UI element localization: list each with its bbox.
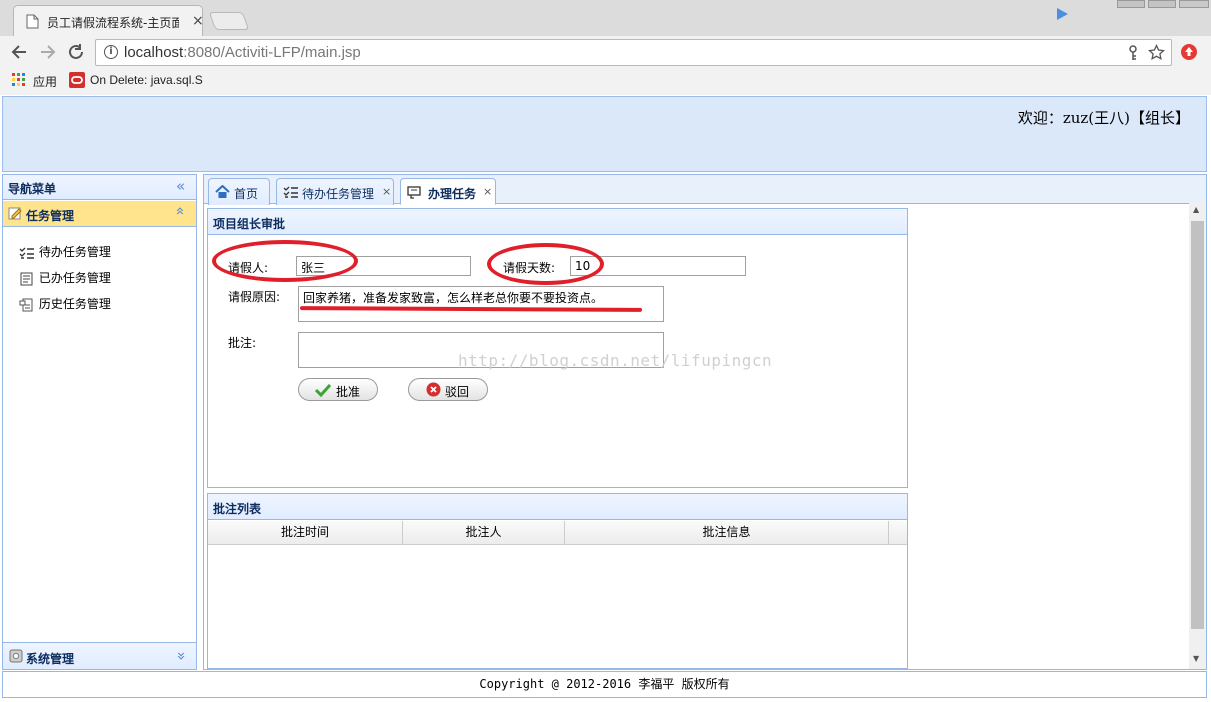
watermark: http://blog.csdn.net/lifupingcn bbox=[458, 351, 773, 370]
reason-textarea[interactable]: 回家养猪，准备发家致富，怎么样老总你要不要投资点。 bbox=[298, 286, 664, 322]
collapse-up-icon[interactable]: « bbox=[172, 206, 190, 215]
annotation-ellipse-applicant bbox=[212, 240, 358, 282]
reload-icon[interactable] bbox=[67, 43, 85, 61]
menu-item-label: 历史任务管理 bbox=[38, 297, 111, 311]
document-list-icon bbox=[20, 272, 33, 285]
apps-icon[interactable] bbox=[12, 73, 26, 87]
column-header[interactable]: 批注时间 bbox=[208, 521, 403, 544]
bookmark-on-delete[interactable]: On Delete: java.sql.S bbox=[90, 73, 206, 87]
star-icon[interactable] bbox=[1148, 44, 1165, 61]
scroll-up-icon[interactable]: ▲ bbox=[1193, 205, 1199, 214]
form-title-bar: 项目组长审批 bbox=[208, 209, 907, 235]
reject-button[interactable]: 驳回 bbox=[408, 378, 488, 401]
tab-handle-task[interactable]: 办理任务 × bbox=[400, 178, 496, 205]
reject-label: 驳回 bbox=[445, 385, 470, 399]
task-edit-icon bbox=[407, 186, 421, 199]
accordion-task-label: 任务管理 bbox=[26, 209, 75, 223]
tab-home[interactable]: 首页 bbox=[208, 178, 270, 205]
close-tab-icon[interactable]: × bbox=[483, 185, 492, 198]
app-header: 欢迎：zuz(王八)【组长】 bbox=[2, 96, 1207, 172]
footer: Copyright @ 2012-2016 李福平 版权所有 bbox=[2, 671, 1207, 698]
page-scrollbar[interactable]: ▲ ▼ bbox=[1189, 203, 1206, 669]
home-icon bbox=[215, 185, 230, 198]
browser-tab[interactable]: 员工请假流程系统-主页面 × bbox=[13, 5, 204, 36]
history-doc-icon bbox=[19, 298, 33, 311]
bookmark-apps[interactable]: 应用 bbox=[33, 73, 57, 90]
scroll-down-icon[interactable]: ▼ bbox=[1193, 654, 1199, 663]
comment-grid-header: 批注时间 批注人 批注信息 bbox=[208, 521, 907, 545]
address-bar[interactable]: i localhost:8080/Activiti-LFP/main.jsp bbox=[95, 39, 1172, 66]
cancel-icon bbox=[426, 382, 441, 397]
info-icon[interactable]: i bbox=[104, 45, 118, 59]
checklist-icon bbox=[19, 247, 34, 259]
column-header[interactable]: 批注信息 bbox=[565, 521, 889, 544]
content-tabbar: 首页 待办任务管理 × 办理任务 × bbox=[204, 175, 1206, 205]
url-text: localhost:8080/Activiti-LFP/main.jsp bbox=[124, 44, 361, 61]
nav-sidebar: 导航菜单 « 任务管理 « 待办任务管理 已办任务管理 历史任务管理 系统管理 … bbox=[2, 174, 197, 670]
menu-item-pending[interactable]: 待办任务管理 bbox=[19, 243, 111, 260]
tab-label: 待办任务管理 bbox=[302, 187, 375, 201]
url-path: :8080/Activiti-LFP/main.jsp bbox=[183, 44, 361, 61]
checkmark-icon bbox=[315, 383, 331, 397]
comment-list-panel: 批注列表 批注时间 批注人 批注信息 bbox=[207, 493, 908, 669]
comment-list-title: 批注列表 bbox=[213, 502, 262, 516]
approve-button[interactable]: 批准 bbox=[298, 378, 378, 401]
menu-item-history[interactable]: 历史任务管理 bbox=[19, 295, 111, 312]
maximize-button[interactable] bbox=[1148, 0, 1176, 8]
collapse-left-icon[interactable]: « bbox=[176, 177, 185, 195]
scrollbar-thumb[interactable] bbox=[1191, 221, 1204, 629]
browser-tabstrip: 员工请假流程系统-主页面 × bbox=[0, 0, 1211, 36]
close-tab-icon[interactable]: × bbox=[382, 185, 391, 198]
settings-icon bbox=[9, 649, 23, 663]
menu-item-done[interactable]: 已办任务管理 bbox=[19, 269, 111, 286]
comment-list-title-bar: 批注列表 bbox=[208, 494, 907, 520]
accordion-system-label: 系统管理 bbox=[26, 652, 75, 666]
approve-label: 批准 bbox=[336, 385, 361, 399]
checklist-icon bbox=[283, 186, 298, 198]
menu-item-label: 已办任务管理 bbox=[38, 271, 111, 285]
form-title: 项目组长审批 bbox=[213, 217, 286, 231]
reason-label: 请假原因: bbox=[228, 290, 281, 304]
page-icon bbox=[26, 14, 39, 29]
window-close-button[interactable] bbox=[1179, 0, 1209, 8]
url-host: localhost bbox=[124, 44, 184, 61]
column-header[interactable]: 批注人 bbox=[403, 521, 565, 544]
close-tab-icon[interactable]: × bbox=[192, 13, 204, 29]
annotation-ellipse-days bbox=[487, 243, 604, 285]
accordion-system-management[interactable]: 系统管理 « bbox=[3, 642, 196, 669]
minimize-button[interactable] bbox=[1117, 0, 1145, 8]
tab-label: 首页 bbox=[234, 187, 259, 201]
menu-item-label: 待办任务管理 bbox=[38, 245, 111, 259]
accordion-task-management[interactable]: 任务管理 « bbox=[3, 201, 196, 227]
oracle-icon bbox=[69, 72, 85, 88]
new-tab-button[interactable] bbox=[208, 12, 250, 30]
tab-label: 办理任务 bbox=[428, 187, 477, 201]
nav-title-bar: 导航菜单 « bbox=[3, 175, 196, 200]
play-icon[interactable] bbox=[1054, 6, 1070, 22]
expand-down-icon[interactable]: « bbox=[172, 651, 190, 660]
extension-icon[interactable] bbox=[1180, 43, 1198, 61]
nav-title: 导航菜单 bbox=[8, 182, 57, 196]
forward-icon[interactable] bbox=[39, 43, 57, 61]
comment-label: 批注: bbox=[228, 336, 257, 350]
edit-note-icon bbox=[8, 207, 22, 220]
key-icon[interactable] bbox=[1127, 45, 1139, 61]
back-icon[interactable] bbox=[10, 43, 28, 61]
browser-tab-title: 员工请假流程系统-主页面 bbox=[47, 16, 179, 30]
tab-pending-tasks[interactable]: 待办任务管理 × bbox=[276, 178, 394, 205]
welcome-text: 欢迎：zuz(王八)【组长】 bbox=[1017, 109, 1190, 127]
